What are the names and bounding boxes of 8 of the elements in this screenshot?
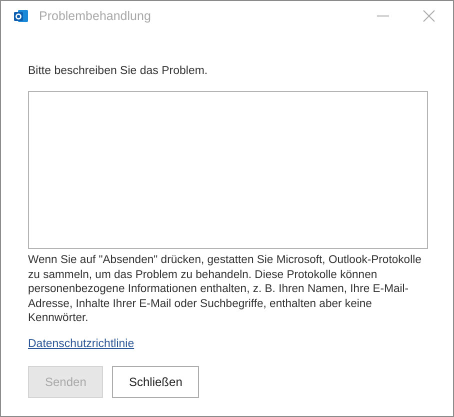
prompt-label: Bitte beschreiben Sie das Problem.	[28, 65, 209, 77]
window-title: Problembehandlung	[39, 9, 151, 23]
app-icon	[13, 8, 29, 24]
close-icon[interactable]	[423, 10, 435, 22]
notice-text: Wenn Sie auf "Absenden" drücken, gestatten Sie Microsoft, Outlook-Protokolle zu sammeln, um das Problem zu behandeln. Diese Protokolle können personenbezogene Informationen enthalten, z. B. Ihren Namen, Ihre E-Mail-Adresse, Inhalte Ihrer E-Mail oder Suchbegriffe, enthalten aber keine Kennwörter.	[28, 253, 422, 326]
description-field[interactable]	[28, 91, 428, 249]
close-button[interactable]: Schließen	[112, 366, 200, 398]
privacy-link[interactable]: Datenschutzrichtlinie	[28, 338, 134, 350]
